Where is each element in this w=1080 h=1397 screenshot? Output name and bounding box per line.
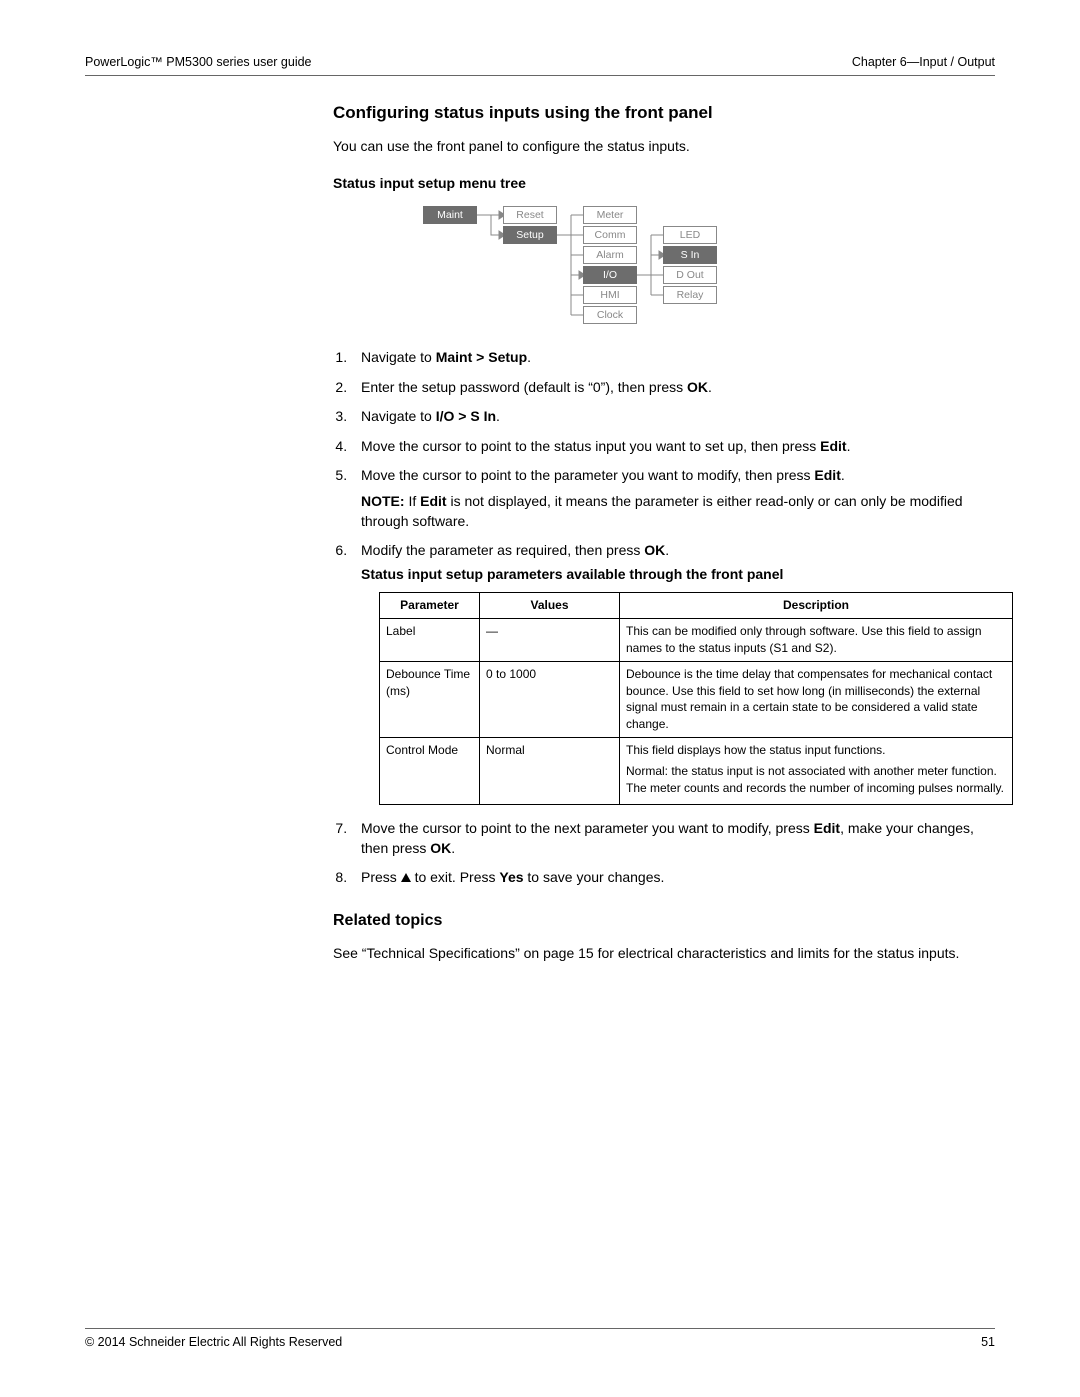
td-values: 0 to 1000 [480, 661, 620, 737]
related-topics-heading: Related topics [333, 910, 995, 932]
td-param: Label [380, 619, 480, 662]
tree-node-comm: Comm [583, 226, 637, 244]
table-header-row: Parameter Values Description [380, 593, 1013, 619]
th-values: Values [480, 593, 620, 619]
td-values: Normal [480, 737, 620, 804]
tree-node-led: LED [663, 226, 717, 244]
step-5: Move the cursor to point to the paramete… [351, 466, 995, 531]
th-description: Description [620, 593, 1013, 619]
intro-paragraph: You can use the front panel to configure… [333, 137, 995, 157]
page-header: PowerLogic™ PM5300 series user guide Cha… [85, 55, 995, 76]
step-8: Press to exit. Press Yes to save your ch… [351, 868, 995, 888]
td-values: — [480, 619, 620, 662]
table-heading: Status input setup parameters available … [361, 565, 995, 585]
footer-copyright: © 2014 Schneider Electric All Rights Res… [85, 1335, 342, 1349]
tree-node-sin: S In [663, 246, 717, 264]
td-param: Control Mode [380, 737, 480, 804]
tree-node-reset: Reset [503, 206, 557, 224]
tree-node-dout: D Out [663, 266, 717, 284]
tree-node-relay: Relay [663, 286, 717, 304]
header-left: PowerLogic™ PM5300 series user guide [85, 55, 312, 69]
section-title: Configuring status inputs using the fron… [333, 101, 995, 125]
tree-node-meter: Meter [583, 206, 637, 224]
tree-node-setup: Setup [503, 226, 557, 244]
page-footer: © 2014 Schneider Electric All Rights Res… [85, 1328, 995, 1349]
table-row: Control Mode Normal This field displays … [380, 737, 1013, 804]
step-3: Navigate to I/O > S In. [351, 407, 995, 427]
tree-node-io: I/O [583, 266, 637, 284]
th-parameter: Parameter [380, 593, 480, 619]
related-topics-text: See “Technical Specifications” on page 1… [333, 944, 995, 964]
tree-node-alarm: Alarm [583, 246, 637, 264]
td-desc: Debounce is the time delay that compensa… [620, 661, 1013, 737]
steps-list: Navigate to Maint > Setup. Enter the set… [333, 348, 995, 888]
header-right: Chapter 6—Input / Output [852, 55, 995, 69]
step-2: Enter the setup password (default is “0”… [351, 378, 995, 398]
tree-node-hmi: HMI [583, 286, 637, 304]
tree-connectors [423, 206, 883, 326]
table-row: Debounce Time (ms) 0 to 1000 Debounce is… [380, 661, 1013, 737]
td-desc: This field displays how the status input… [620, 737, 1013, 804]
step-6: Modify the parameter as required, then p… [351, 541, 995, 805]
td-desc: This can be modified only through softwa… [620, 619, 1013, 662]
parameters-table: Parameter Values Description Label — Thi… [379, 592, 1013, 805]
tree-node-clock: Clock [583, 306, 637, 324]
td-param: Debounce Time (ms) [380, 661, 480, 737]
step-4: Move the cursor to point to the status i… [351, 437, 995, 457]
footer-page-number: 51 [981, 1335, 995, 1349]
tree-node-maint: Maint [423, 206, 477, 224]
table-row: Label — This can be modified only throug… [380, 619, 1013, 662]
up-arrow-icon [401, 873, 411, 882]
note-paragraph: NOTE: If Edit is not displayed, it means… [361, 492, 995, 531]
menu-tree: Maint Reset Setup Meter Comm Alarm I/O H… [423, 206, 883, 326]
tree-heading: Status input setup menu tree [333, 174, 995, 194]
step-7: Move the cursor to point to the next par… [351, 819, 995, 858]
step-1: Navigate to Maint > Setup. [351, 348, 995, 368]
